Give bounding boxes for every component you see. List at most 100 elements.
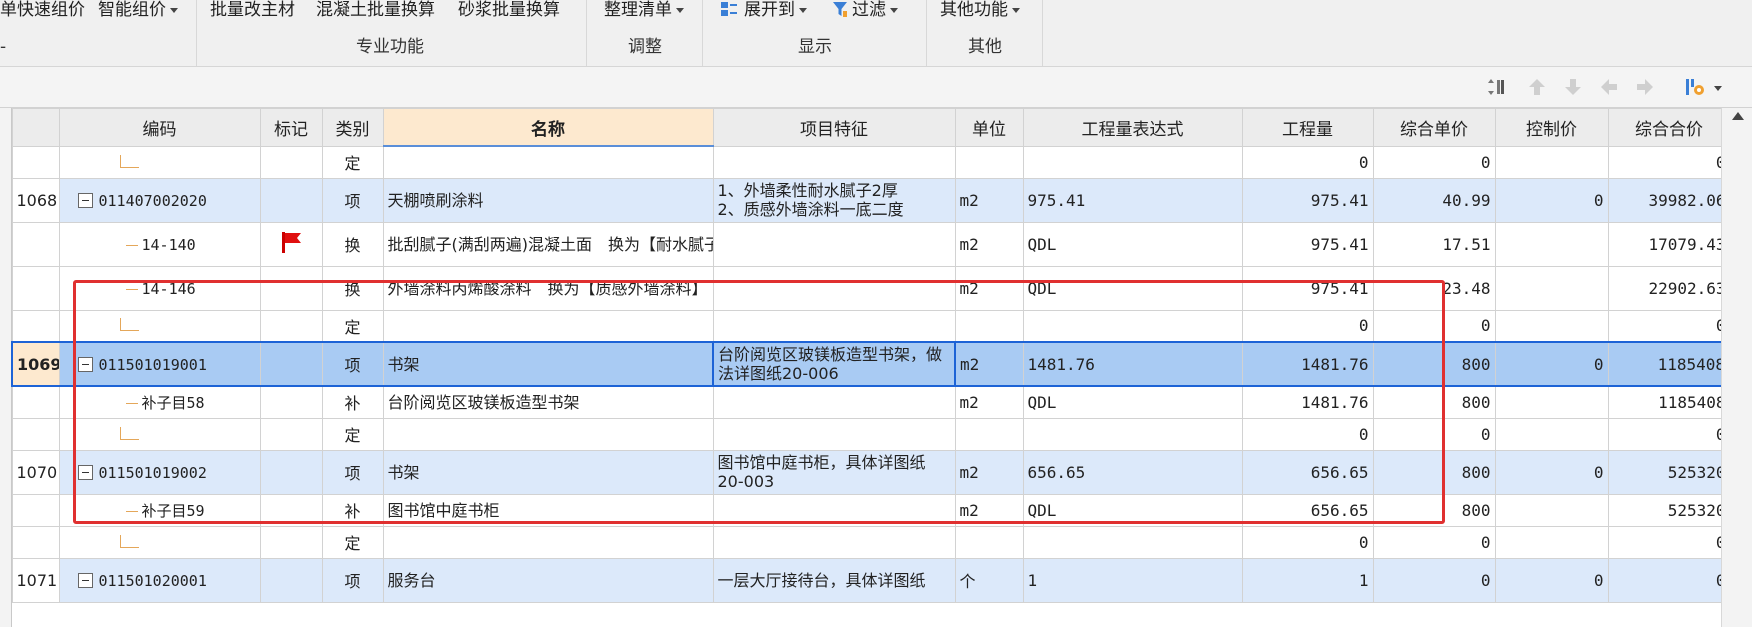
code-cell[interactable] xyxy=(58,145,261,179)
feature-cell[interactable] xyxy=(712,265,956,311)
control-price-cell[interactable] xyxy=(1494,309,1609,343)
unit-price-cell[interactable]: 800 xyxy=(1372,341,1496,387)
row-number-cell[interactable]: 1071 xyxy=(11,557,60,603)
type-cell[interactable]: 项 xyxy=(321,449,384,495)
code-cell[interactable]: 补子目58 xyxy=(58,385,261,419)
quantity-cell[interactable]: 656.65 xyxy=(1241,493,1374,527)
mark-cell[interactable] xyxy=(259,265,323,311)
type-cell[interactable]: 定 xyxy=(321,309,384,343)
collapse-icon[interactable] xyxy=(77,192,93,208)
total-price-cell[interactable]: 0 xyxy=(1607,557,1731,603)
code-cell[interactable]: 14-140 xyxy=(58,221,261,267)
row-number-cell[interactable] xyxy=(11,265,60,311)
total-price-cell[interactable]: 525320 xyxy=(1607,493,1731,527)
mortar-batch-convert-button[interactable]: 砂浆批量换算 xyxy=(458,0,560,22)
type-cell[interactable]: 定 xyxy=(321,417,384,451)
unit-price-cell[interactable]: 0 xyxy=(1372,417,1496,451)
header-total-price[interactable]: 综合合价 xyxy=(1607,108,1731,147)
name-cell[interactable]: 批刮腻子(满刮两遍)混凝土面 换为【耐水腻子】 xyxy=(382,221,714,267)
chevron-down-icon[interactable] xyxy=(1714,86,1722,91)
unit-cell[interactable] xyxy=(954,309,1024,343)
quantity-cell[interactable]: 975.41 xyxy=(1241,221,1374,267)
name-cell[interactable]: 台阶阅览区玻镁板造型书架 xyxy=(382,385,714,419)
feature-cell[interactable]: 1、外墙柔性耐水腻子2厚 2、质感外墙涂料一底二度 xyxy=(712,177,956,223)
header-control-price[interactable]: 控制价 xyxy=(1494,108,1609,147)
control-price-cell[interactable]: 0 xyxy=(1494,177,1609,223)
smart-pricing-button[interactable]: 智能组价 xyxy=(98,0,178,22)
control-price-cell[interactable] xyxy=(1494,145,1609,179)
unit-price-cell[interactable]: 0 xyxy=(1372,145,1496,179)
table-row[interactable]: 14-146 换外墙涂料丙烯酸涂料 换为【质感外墙涂料】 m2 QDL 975.41 23… xyxy=(11,265,1731,311)
total-price-cell[interactable]: 0 xyxy=(1607,525,1731,559)
header-name[interactable]: 名称 xyxy=(382,108,714,147)
header-rownum[interactable] xyxy=(11,108,60,147)
type-cell[interactable]: 换 xyxy=(321,221,384,267)
row-number-cell[interactable]: 1068 xyxy=(11,177,60,223)
feature-cell[interactable]: 台阶阅览区玻镁板造型书架，做法详图纸20-006 xyxy=(712,341,956,387)
move-top-icon[interactable] xyxy=(1526,76,1548,98)
name-cell[interactable] xyxy=(382,145,714,179)
expression-cell[interactable] xyxy=(1022,145,1243,179)
scroll-up-icon[interactable] xyxy=(1732,112,1744,120)
name-cell[interactable]: 服务台 xyxy=(382,557,714,603)
row-number-cell[interactable]: 1070 xyxy=(11,449,60,495)
mark-cell[interactable] xyxy=(259,493,323,527)
collapse-icon[interactable] xyxy=(77,356,93,372)
unit-price-cell[interactable]: 800 xyxy=(1372,385,1496,419)
quantity-cell[interactable]: 0 xyxy=(1241,309,1374,343)
name-cell[interactable] xyxy=(382,525,714,559)
row-number-cell[interactable] xyxy=(11,145,60,179)
expression-cell[interactable]: QDL xyxy=(1022,265,1243,311)
quantity-cell[interactable]: 975.41 xyxy=(1241,177,1374,223)
header-unit-price[interactable]: 综合单价 xyxy=(1372,108,1496,147)
unit-cell[interactable] xyxy=(954,145,1024,179)
name-cell[interactable] xyxy=(382,309,714,343)
table-row[interactable]: 14-140 换批刮腻子(满刮两遍)混凝土面 换为【耐水腻子】 m2 QDL 975.4… xyxy=(11,221,1731,267)
header-unit[interactable]: 单位 xyxy=(954,108,1024,147)
unit-cell[interactable]: m2 xyxy=(954,341,1024,387)
table-row[interactable]: 1068 011407002020 项天棚喷刷涂料 1、外墙柔性耐水腻子2厚 2、质感… xyxy=(11,177,1731,223)
column-settings-icon[interactable] xyxy=(1486,76,1508,98)
unit-cell[interactable] xyxy=(954,417,1024,451)
total-price-cell[interactable]: 17079.43 xyxy=(1607,221,1731,267)
code-cell[interactable]: 011501019002 xyxy=(58,449,261,495)
name-cell[interactable] xyxy=(382,417,714,451)
expression-cell[interactable]: QDL xyxy=(1022,221,1243,267)
control-price-cell[interactable] xyxy=(1494,493,1609,527)
code-cell[interactable]: 补子目59 xyxy=(58,493,261,527)
quantity-cell[interactable]: 656.65 xyxy=(1241,449,1374,495)
filter-button[interactable]: 过滤 xyxy=(832,0,898,22)
name-cell[interactable]: 书架 xyxy=(382,449,714,495)
mark-cell[interactable] xyxy=(259,309,323,343)
table-row[interactable]: 1069 011501019001 项书架 台阶阅览区玻镁板造型书架，做法详图纸20-… xyxy=(11,341,1731,387)
total-price-cell[interactable]: 22902.63 xyxy=(1607,265,1731,311)
total-price-cell[interactable]: 39982.06 xyxy=(1607,177,1731,223)
unit-price-cell[interactable]: 0 xyxy=(1372,557,1496,603)
name-cell[interactable]: 图书馆中庭书柜 xyxy=(382,493,714,527)
unit-cell[interactable]: m2 xyxy=(954,385,1024,419)
table-row[interactable]: 补子目58 补台阶阅览区玻镁板造型书架 m2 QDL 1481.76 800 1185408 xyxy=(11,385,1731,419)
code-cell[interactable]: 011407002020 xyxy=(58,177,261,223)
table-row[interactable]: 1071011501020001项服务台一层大厅接待台，具体详图纸个11000 xyxy=(11,557,1731,603)
other-functions-button[interactable]: 其他功能 xyxy=(940,0,1020,22)
feature-cell[interactable]: 图书馆中庭书柜，具体详图纸20-003 xyxy=(712,449,956,495)
unit-cell[interactable]: 个 xyxy=(954,557,1024,603)
header-mark[interactable]: 标记 xyxy=(259,108,323,147)
mark-cell[interactable] xyxy=(259,145,323,179)
expression-cell[interactable]: QDL xyxy=(1022,385,1243,419)
total-price-cell[interactable]: 0 xyxy=(1607,417,1731,451)
total-price-cell[interactable]: 1185408 xyxy=(1607,385,1731,419)
organize-list-button[interactable]: 整理清单 xyxy=(604,0,684,22)
unit-price-cell[interactable]: 17.51 xyxy=(1372,221,1496,267)
expression-cell[interactable]: 975.41 xyxy=(1022,177,1243,223)
name-cell[interactable]: 外墙涂料丙烯酸涂料 换为【质感外墙涂料】 xyxy=(382,265,714,311)
mark-cell[interactable] xyxy=(259,177,323,223)
batch-change-material-button[interactable]: 批量改主材 xyxy=(210,0,295,22)
control-price-cell[interactable] xyxy=(1494,265,1609,311)
control-price-cell[interactable] xyxy=(1494,525,1609,559)
expression-cell[interactable] xyxy=(1022,417,1243,451)
concrete-batch-convert-button[interactable]: 混凝土批量换算 xyxy=(316,0,435,22)
type-cell[interactable]: 项 xyxy=(321,341,384,387)
feature-cell[interactable] xyxy=(712,145,956,179)
quantity-cell[interactable]: 0 xyxy=(1241,417,1374,451)
